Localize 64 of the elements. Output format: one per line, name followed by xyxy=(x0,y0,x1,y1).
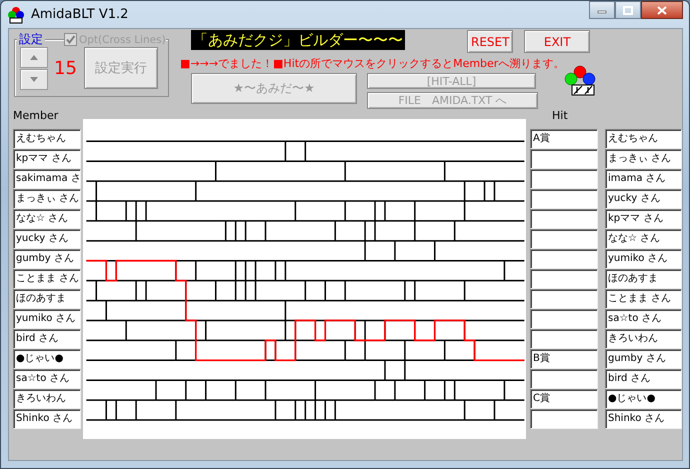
member-field[interactable]: yumiko さん xyxy=(13,309,81,329)
result-field: きろいわん xyxy=(605,329,682,349)
result-field: なな☆ さん xyxy=(605,229,682,249)
close-icon xyxy=(657,6,667,14)
prize-field[interactable] xyxy=(530,409,598,429)
prize-field[interactable] xyxy=(530,289,598,309)
member-field[interactable]: bird さん xyxy=(13,329,81,349)
result-field: えむちゃん xyxy=(605,129,682,149)
member-field[interactable]: なな☆ さん xyxy=(13,209,81,229)
member-field[interactable]: えむちゃん xyxy=(13,129,81,149)
prize-field[interactable] xyxy=(530,149,598,169)
member-field[interactable]: きろいわん xyxy=(13,389,81,409)
banner-title: 「あみだクジ」ビルダー〜〜〜 xyxy=(191,30,405,50)
member-count: 15 xyxy=(54,58,78,78)
member-field[interactable]: Shinko さん xyxy=(13,409,81,429)
member-field[interactable]: まっきぃ さん xyxy=(13,189,81,209)
prize-field[interactable] xyxy=(530,309,598,329)
status-message: ■→→→でました！■Hitの所でマウスをクリックするとMemberへ溯ります。 xyxy=(180,56,566,71)
spin-down-button[interactable] xyxy=(20,68,48,90)
member-field[interactable]: ほのあすま xyxy=(13,289,81,309)
member-field[interactable]: gumby さん xyxy=(13,249,81,269)
member-field[interactable]: kpママ さん xyxy=(13,149,81,169)
member-field[interactable]: ●じゃい● xyxy=(13,349,81,369)
prize-field[interactable]: A賞 xyxy=(530,129,598,149)
result-field: kpママ さん xyxy=(605,209,682,229)
prize-field[interactable]: C賞 xyxy=(530,389,598,409)
down-arrow-icon xyxy=(30,76,38,82)
settings-label: 設定 xyxy=(17,31,45,48)
result-field: yumiko さん xyxy=(605,249,682,269)
prize-field[interactable] xyxy=(530,169,598,189)
member-field[interactable]: sakimama さ xyxy=(13,169,81,189)
maximize-icon xyxy=(623,6,633,14)
result-field: ほのあすま xyxy=(605,269,682,289)
maximize-button[interactable] xyxy=(615,1,641,19)
prize-field[interactable] xyxy=(530,269,598,289)
result-field: bird さん xyxy=(605,369,682,389)
prize-field[interactable] xyxy=(530,369,598,389)
member-field[interactable]: yucky さん xyxy=(13,229,81,249)
member-field[interactable]: sa☆to さん xyxy=(13,369,81,389)
result-field: sa☆to さん xyxy=(605,309,682,329)
member-field[interactable]: ことまま さん xyxy=(13,269,81,289)
reset-button[interactable]: RESET xyxy=(467,30,514,53)
app-icon xyxy=(7,6,25,24)
window-title: AmidaBLT V1.2 xyxy=(31,7,130,22)
minimize-button[interactable] xyxy=(589,1,615,19)
result-field: yucky さん xyxy=(605,189,682,209)
spin-up-button[interactable] xyxy=(20,46,48,68)
prize-field[interactable] xyxy=(530,209,598,229)
result-field: gumby さん xyxy=(605,349,682,369)
close-button[interactable] xyxy=(641,1,683,19)
result-field: ことまま さん xyxy=(605,289,682,309)
prize-field[interactable] xyxy=(530,329,598,349)
hit-header: Hit xyxy=(551,109,569,124)
prize-field[interactable] xyxy=(530,189,598,209)
member-header: Member xyxy=(13,109,60,124)
prize-field[interactable]: B賞 xyxy=(530,349,598,369)
exit-button[interactable]: EXIT xyxy=(524,30,590,53)
result-field: Shinko さん xyxy=(605,409,682,429)
up-arrow-icon xyxy=(30,54,38,60)
prize-field[interactable] xyxy=(530,229,598,249)
result-field: imama さん xyxy=(605,169,682,189)
result-field: まっきぃ さん xyxy=(605,149,682,169)
prize-field[interactable] xyxy=(530,249,598,269)
result-field: ●じゃい● xyxy=(605,389,682,409)
